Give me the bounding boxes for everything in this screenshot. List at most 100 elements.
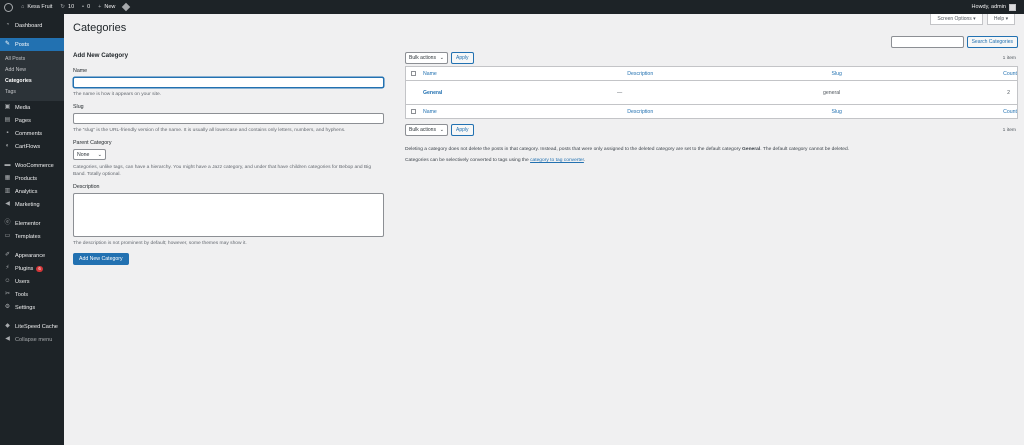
- submenu-add-new[interactable]: Add New: [0, 65, 64, 76]
- plus-icon: +: [98, 4, 102, 10]
- menu-appearance[interactable]: ✐ Appearance: [0, 249, 64, 262]
- submenu-all-posts[interactable]: All Posts: [0, 54, 64, 65]
- name-input[interactable]: [73, 77, 384, 88]
- screen-options-button[interactable]: Screen Options ▾: [930, 14, 983, 25]
- caret-down-icon: ▾: [1005, 16, 1009, 22]
- menu-analytics[interactable]: ▥ Analytics: [0, 185, 64, 198]
- wordpress-logo-icon: [4, 2, 13, 12]
- menu-cartflows[interactable]: ◐ CartFlows: [0, 140, 64, 153]
- help-button[interactable]: Help ▾: [987, 14, 1015, 25]
- updates-link[interactable]: ↻ 10: [56, 0, 78, 14]
- column-name-footer[interactable]: Name: [423, 109, 627, 115]
- column-slug-footer[interactable]: Slug: [832, 109, 981, 115]
- menu-dashboard[interactable]: ◔ Dashboard: [0, 19, 64, 32]
- wp-logo-menu[interactable]: [0, 0, 17, 14]
- comment-icon: ▪: [82, 4, 85, 10]
- menu-tools[interactable]: ✂ Tools: [0, 288, 64, 301]
- users-icon: ☺: [4, 278, 11, 284]
- items-count: 1 item: [1002, 55, 1016, 61]
- chevron-down-icon: ⌄: [97, 151, 102, 158]
- menu-comments[interactable]: ▪ Comments: [0, 127, 64, 140]
- column-count-footer[interactable]: Count: [980, 109, 1017, 115]
- cartflows-icon: ◐: [5, 143, 10, 149]
- category-name-link[interactable]: General: [411, 90, 617, 96]
- column-count[interactable]: Count: [980, 71, 1017, 77]
- bulk-actions-select-bottom[interactable]: Bulk actions ⌄: [405, 124, 448, 136]
- description-textarea[interactable]: [73, 193, 384, 237]
- select-all-checkbox[interactable]: [411, 71, 416, 76]
- menu-users[interactable]: ☺ Users: [0, 275, 64, 288]
- form-heading: Add New Category: [73, 52, 129, 59]
- name-description: The name is how it appears on your site.: [73, 92, 162, 97]
- submenu-categories[interactable]: Categories: [0, 76, 64, 87]
- bulk-actions-select[interactable]: Bulk actions ⌄: [405, 52, 448, 64]
- menu-litespeed-cache[interactable]: ◆ LiteSpeed Cache: [0, 320, 64, 333]
- site-name-link[interactable]: ⌂ Kesa Fruit: [17, 0, 56, 14]
- add-category-form: Add New Category Name The name is how it…: [73, 52, 385, 265]
- analytics-icon: ▥: [4, 188, 11, 194]
- pin-icon: ✎: [4, 41, 11, 47]
- avatar: [1009, 3, 1016, 11]
- appearance-icon: ✐: [4, 252, 11, 258]
- caret-down-icon: ▾: [973, 16, 976, 22]
- menu-plugins[interactable]: ⚡ Plugins 6: [0, 262, 64, 275]
- settings-icon: ⚙: [4, 304, 11, 310]
- submenu-tags[interactable]: Tags: [0, 87, 64, 98]
- column-description-footer[interactable]: Description: [627, 109, 831, 115]
- search-input[interactable]: [890, 36, 964, 48]
- search-categories-button[interactable]: Search Categories: [966, 36, 1018, 48]
- column-name[interactable]: Name: [423, 71, 627, 77]
- tablenav-top: Bulk actions ⌄ Apply 1 item: [405, 52, 1018, 64]
- column-description[interactable]: Description: [627, 71, 831, 77]
- chevron-down-icon: ⌄: [439, 127, 444, 133]
- home-icon: ⌂: [21, 4, 25, 10]
- page-title: Categories: [73, 22, 127, 34]
- search-box: Search Categories: [890, 36, 1018, 48]
- description-help: The description is not prominent by defa…: [73, 241, 247, 246]
- select-all-checkbox-footer[interactable]: [411, 109, 416, 114]
- media-icon: ▣: [4, 104, 11, 110]
- marketing-icon: ◀: [5, 201, 10, 207]
- menu-marketing[interactable]: ◀ Marketing: [0, 198, 64, 211]
- menu-posts[interactable]: ✎ Posts: [0, 38, 64, 51]
- parent-label: Parent Category: [73, 140, 112, 146]
- templates-icon: ▭: [4, 233, 11, 239]
- admin-sidebar: ◔ Dashboard ✎ Posts All Posts Add New Cate…: [0, 14, 64, 445]
- dashboard-icon: ◔: [5, 22, 10, 28]
- menu-settings[interactable]: ⚙ Settings: [0, 301, 64, 314]
- plugin-toolbar-item[interactable]: [119, 0, 133, 14]
- category-slug: general: [823, 89, 841, 96]
- menu-media[interactable]: ▣ Media: [0, 101, 64, 114]
- apply-button-bottom[interactable]: Apply: [451, 124, 474, 136]
- slug-label: Slug: [73, 104, 84, 110]
- parent-description: Categories, unlike tags, can have a hier…: [73, 165, 372, 177]
- collapse-icon: ◀: [5, 336, 10, 342]
- posts-submenu: All Posts Add New Categories Tags: [0, 51, 64, 101]
- my-account-menu[interactable]: Howdy, admin: [972, 3, 1024, 11]
- elementor-icon: ⓔ: [4, 220, 11, 226]
- menu-elementor[interactable]: ⓔ Elementor: [0, 217, 64, 230]
- table-header: Name Description Slug Count: [406, 67, 1017, 81]
- menu-pages[interactable]: ▤ Pages: [0, 114, 64, 127]
- description-label: Description: [73, 184, 100, 190]
- plugins-icon: ⚡: [5, 265, 10, 271]
- column-slug[interactable]: Slug: [832, 71, 981, 77]
- menu-templates[interactable]: ▭ Templates: [0, 230, 64, 243]
- category-to-tag-converter-link[interactable]: category to tag converter: [530, 158, 584, 163]
- category-count[interactable]: 2: [973, 90, 1010, 96]
- comments-link[interactable]: ▪ 0: [78, 0, 94, 14]
- new-content-menu[interactable]: + New: [94, 0, 119, 14]
- menu-woocommerce[interactable]: ▬ WooCommerce: [0, 159, 64, 172]
- parent-category-select[interactable]: None ⌄: [73, 149, 106, 160]
- table-footer: Name Description Slug Count: [406, 104, 1017, 118]
- delete-note: Deleting a category does not delete the …: [405, 147, 850, 152]
- add-new-category-button[interactable]: Add New Category: [73, 253, 129, 265]
- categories-table: Name Description Slug Count General — ge…: [405, 66, 1018, 119]
- woocommerce-icon: ▬: [4, 162, 11, 168]
- updates-icon: ↻: [60, 4, 66, 10]
- tools-icon: ✂: [4, 291, 11, 297]
- menu-products[interactable]: ▦ Products: [0, 172, 64, 185]
- collapse-menu-button[interactable]: ◀ Collapse menu: [0, 333, 64, 346]
- apply-button[interactable]: Apply: [451, 52, 474, 64]
- slug-input[interactable]: [73, 113, 384, 124]
